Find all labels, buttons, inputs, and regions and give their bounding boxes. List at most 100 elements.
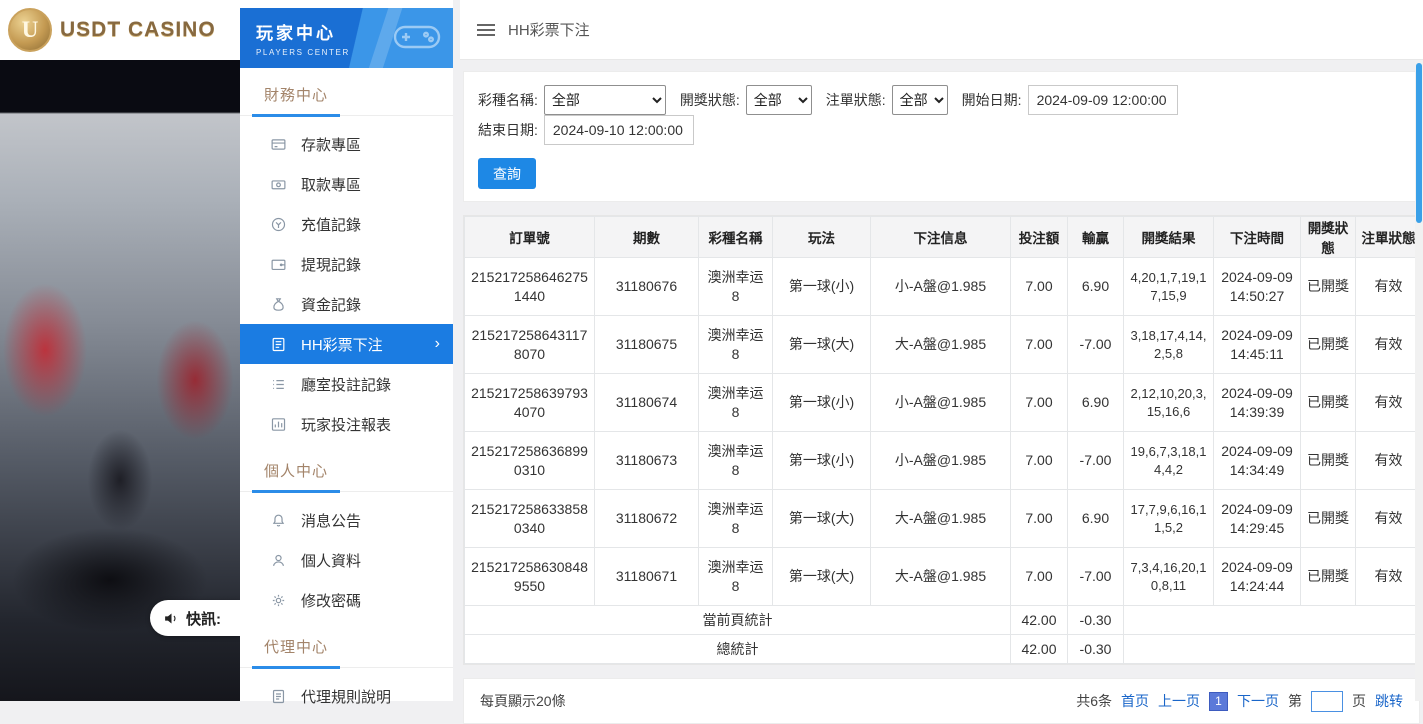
sidebar-item-recharge-records[interactable]: 充值記錄 <box>240 204 453 244</box>
cell-bet-status: 有效 <box>1356 374 1422 432</box>
sidebar-item-agent-rules[interactable]: 代理規則說明 <box>240 676 453 716</box>
next-page-link[interactable]: 下一页 <box>1237 691 1279 711</box>
speaker-icon <box>163 610 180 627</box>
cell-bet-info: 小-A盤@1.985 <box>871 258 1011 316</box>
funds-icon <box>270 296 287 313</box>
bet-status-label: 注單狀態: <box>826 90 886 110</box>
section-personal: 個人中心 <box>240 448 453 492</box>
grand-summary-bet-total: 42.00 <box>1011 635 1068 664</box>
lottery-name-select[interactable]: 全部 <box>544 85 666 115</box>
room-records-icon <box>270 376 287 393</box>
sidebar-item-label: 存款專區 <box>301 134 361 155</box>
sidebar-item-label: HH彩票下注 <box>301 334 383 355</box>
draw-status-select[interactable]: 全部 <box>746 85 812 115</box>
news-ticker: 快訊: <box>150 600 240 636</box>
cell-order-id: 2152172586462751440 <box>465 258 595 316</box>
sidebar-item-fund-records[interactable]: 資金記錄 <box>240 284 453 324</box>
section-agent: 代理中心 <box>240 624 453 668</box>
col-header-draw-status: 開獎狀態 <box>1301 217 1356 258</box>
col-header-order-id: 訂單號 <box>465 217 595 258</box>
cell-bet-amount: 7.00 <box>1011 258 1068 316</box>
content-area: 彩種名稱: 全部 開獎狀態: 全部 注單狀態: 全部 開始日期: 結束日期: <box>460 60 1423 724</box>
gear-icon <box>270 592 287 609</box>
deposit-icon <box>270 136 287 153</box>
site-header: U USDT CASINO <box>0 0 240 60</box>
search-button[interactable]: 查詢 <box>478 158 536 189</box>
cell-bet-amount: 7.00 <box>1011 548 1068 606</box>
draw-status-label: 開獎狀態: <box>680 90 740 110</box>
cell-result: 2,12,10,20,3,15,16,6 <box>1124 374 1214 432</box>
page-jump-input[interactable] <box>1311 691 1343 712</box>
cell-period: 31180674 <box>595 374 699 432</box>
bets-table-panel: 訂單號 期數 彩種名稱 玩法 下注信息 投注額 輸贏 開獎結果 下注時間 開獎狀… <box>463 215 1420 665</box>
cell-period: 31180676 <box>595 258 699 316</box>
cell-period: 31180672 <box>595 490 699 548</box>
sidebar-item-label: 取款專區 <box>301 174 361 195</box>
withdraw-icon <box>270 176 287 193</box>
cell-draw-status: 已開獎 <box>1301 432 1356 490</box>
first-page-link[interactable]: 首页 <box>1121 691 1149 711</box>
page-summary-row: 當前頁統計 42.00 -0.30 <box>465 606 1422 635</box>
page-title: HH彩票下注 <box>508 19 590 40</box>
players-center-sidebar: 玩家中心 PLAYERS CENTER 財務中心 存款專區 取款專區 充值記錄 … <box>240 0 453 701</box>
cell-play: 第一球(小) <box>773 374 871 432</box>
coin-icon: U <box>8 8 52 52</box>
cell-result: 17,7,9,6,16,11,5,2 <box>1124 490 1214 548</box>
sidebar-item-room-bet-records[interactable]: 廳室投註記錄 <box>240 364 453 404</box>
cell-bet-status: 有效 <box>1356 258 1422 316</box>
sidebar-item-label: 提現記錄 <box>301 254 361 275</box>
sidebar-item-cashout-records[interactable]: 提現記錄 <box>240 244 453 284</box>
cell-lottery: 澳洲幸运8 <box>699 548 773 606</box>
start-date-input[interactable] <box>1028 85 1178 115</box>
chevron-right-icon: › <box>435 335 440 353</box>
grand-summary-label: 總統計 <box>465 635 1011 664</box>
players-center-header: 玩家中心 PLAYERS CENTER <box>240 8 453 68</box>
cell-lottery: 澳洲幸运8 <box>699 258 773 316</box>
sidebar-item-change-password[interactable]: 修改密碼 <box>240 580 453 620</box>
cell-win: -7.00 <box>1068 548 1124 606</box>
sidebar-item-profile[interactable]: 個人資料 <box>240 540 453 580</box>
cell-play: 第一球(大) <box>773 490 871 548</box>
cell-lottery: 澳洲幸运8 <box>699 316 773 374</box>
cell-time: 2024-09-09 14:29:45 <box>1214 490 1301 548</box>
cell-win: 6.90 <box>1068 258 1124 316</box>
cell-time: 2024-09-09 14:24:44 <box>1214 548 1301 606</box>
sidebar-item-label: 資金記錄 <box>301 294 361 315</box>
cell-period: 31180671 <box>595 548 699 606</box>
scrollbar-track <box>1415 60 1423 701</box>
cell-result: 19,6,7,3,18,14,4,2 <box>1124 432 1214 490</box>
cell-result: 3,18,17,4,14,2,5,8 <box>1124 316 1214 374</box>
cell-period: 31180673 <box>595 432 699 490</box>
pagination-bar: 每頁顯示20條 共6条 首页 上一页 1 下一页 第 页 跳转 <box>463 678 1420 724</box>
sidebar-item-announcements[interactable]: 消息公告 <box>240 500 453 540</box>
sidebar-item-label: 修改密碼 <box>301 590 361 611</box>
grand-summary-empty <box>1124 635 1422 664</box>
section-finance: 財務中心 <box>240 72 453 116</box>
sidebar-item-hh-lottery-bets[interactable]: HH彩票下注 › <box>240 324 453 364</box>
col-header-bet-info: 下注信息 <box>871 217 1011 258</box>
bet-status-select[interactable]: 全部 <box>892 85 948 115</box>
col-header-result: 開獎結果 <box>1124 217 1214 258</box>
scrollbar-thumb[interactable] <box>1416 63 1422 223</box>
jump-link[interactable]: 跳转 <box>1375 691 1403 711</box>
col-header-bet-status: 注單狀態 <box>1356 217 1422 258</box>
cell-draw-status: 已開獎 <box>1301 548 1356 606</box>
cell-bet-info: 小-A盤@1.985 <box>871 374 1011 432</box>
end-date-input[interactable] <box>544 115 694 145</box>
start-date-label: 開始日期: <box>962 90 1022 110</box>
table-row: 2152172586308489550 31180671 澳洲幸运8 第一球(大… <box>465 548 1422 606</box>
site-logo[interactable]: U USDT CASINO <box>8 8 216 52</box>
logo-text: USDT CASINO <box>60 18 216 42</box>
sidebar-item-withdraw[interactable]: 取款專區 <box>240 164 453 204</box>
cell-draw-status: 已開獎 <box>1301 258 1356 316</box>
menu-icon[interactable] <box>477 21 495 39</box>
news-label: 快訊: <box>186 608 221 629</box>
sidebar-item-label: 代理規則說明 <box>301 686 391 707</box>
cell-order-id: 2152172586308489550 <box>465 548 595 606</box>
prev-page-link[interactable]: 上一页 <box>1158 691 1200 711</box>
current-page[interactable]: 1 <box>1209 692 1228 711</box>
lottery-icon <box>270 336 287 353</box>
cell-play: 第一球(大) <box>773 316 871 374</box>
sidebar-item-deposit[interactable]: 存款專區 <box>240 124 453 164</box>
sidebar-item-player-bet-report[interactable]: 玩家投注報表 <box>240 404 453 444</box>
